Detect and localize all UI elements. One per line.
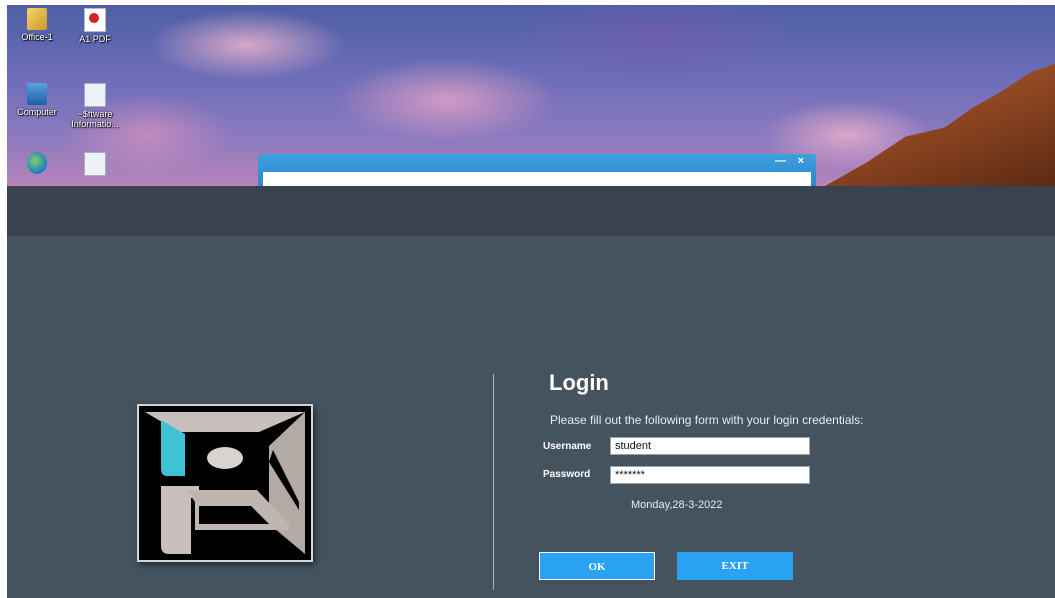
vertical-divider bbox=[493, 374, 494, 590]
desktop-rock-formation bbox=[825, 63, 1055, 186]
login-screen: Login Please fill out the following form… bbox=[7, 236, 1055, 598]
password-input[interactable] bbox=[610, 466, 810, 484]
ok-button[interactable]: OK bbox=[539, 552, 655, 580]
document-icon bbox=[84, 152, 106, 176]
desktop-icon-label: Office-1 bbox=[21, 32, 53, 42]
desktop-icon-computer[interactable]: Computer bbox=[7, 83, 67, 117]
current-date: Monday,28-3-2022 bbox=[631, 499, 723, 511]
desktop-icon-office[interactable]: Office-1 bbox=[7, 8, 67, 42]
close-icon[interactable]: × bbox=[798, 155, 804, 167]
desktop-icon-label: A1 PDF bbox=[79, 34, 111, 44]
password-label: Password bbox=[543, 469, 591, 480]
desktop-icon-software-info[interactable]: ~$ftware Informatio... bbox=[65, 83, 125, 129]
browser-icon bbox=[27, 152, 47, 174]
computer-icon bbox=[27, 83, 47, 105]
desktop-icon-label: Computer bbox=[17, 107, 57, 117]
app-logo bbox=[137, 404, 313, 562]
exit-button[interactable]: EXIT bbox=[677, 552, 793, 580]
username-label: Username bbox=[543, 441, 592, 452]
desktop-icon-label: ~$ftware Informatio... bbox=[71, 109, 119, 129]
document-icon bbox=[84, 83, 106, 107]
login-instructions: Please fill out the following form with … bbox=[550, 413, 864, 427]
login-title: Login bbox=[549, 370, 609, 395]
username-input[interactable] bbox=[610, 437, 810, 455]
desktop-icon-software[interactable] bbox=[65, 152, 125, 178]
app-header-bar bbox=[7, 186, 1055, 236]
logo-icon bbox=[139, 406, 311, 560]
folder-icon bbox=[27, 8, 47, 30]
desktop-icon-browser[interactable] bbox=[7, 152, 67, 176]
pdf-icon bbox=[84, 8, 106, 32]
desktop-icon-pdf[interactable]: A1 PDF bbox=[65, 8, 125, 44]
minimize-icon[interactable]: — bbox=[775, 155, 786, 167]
